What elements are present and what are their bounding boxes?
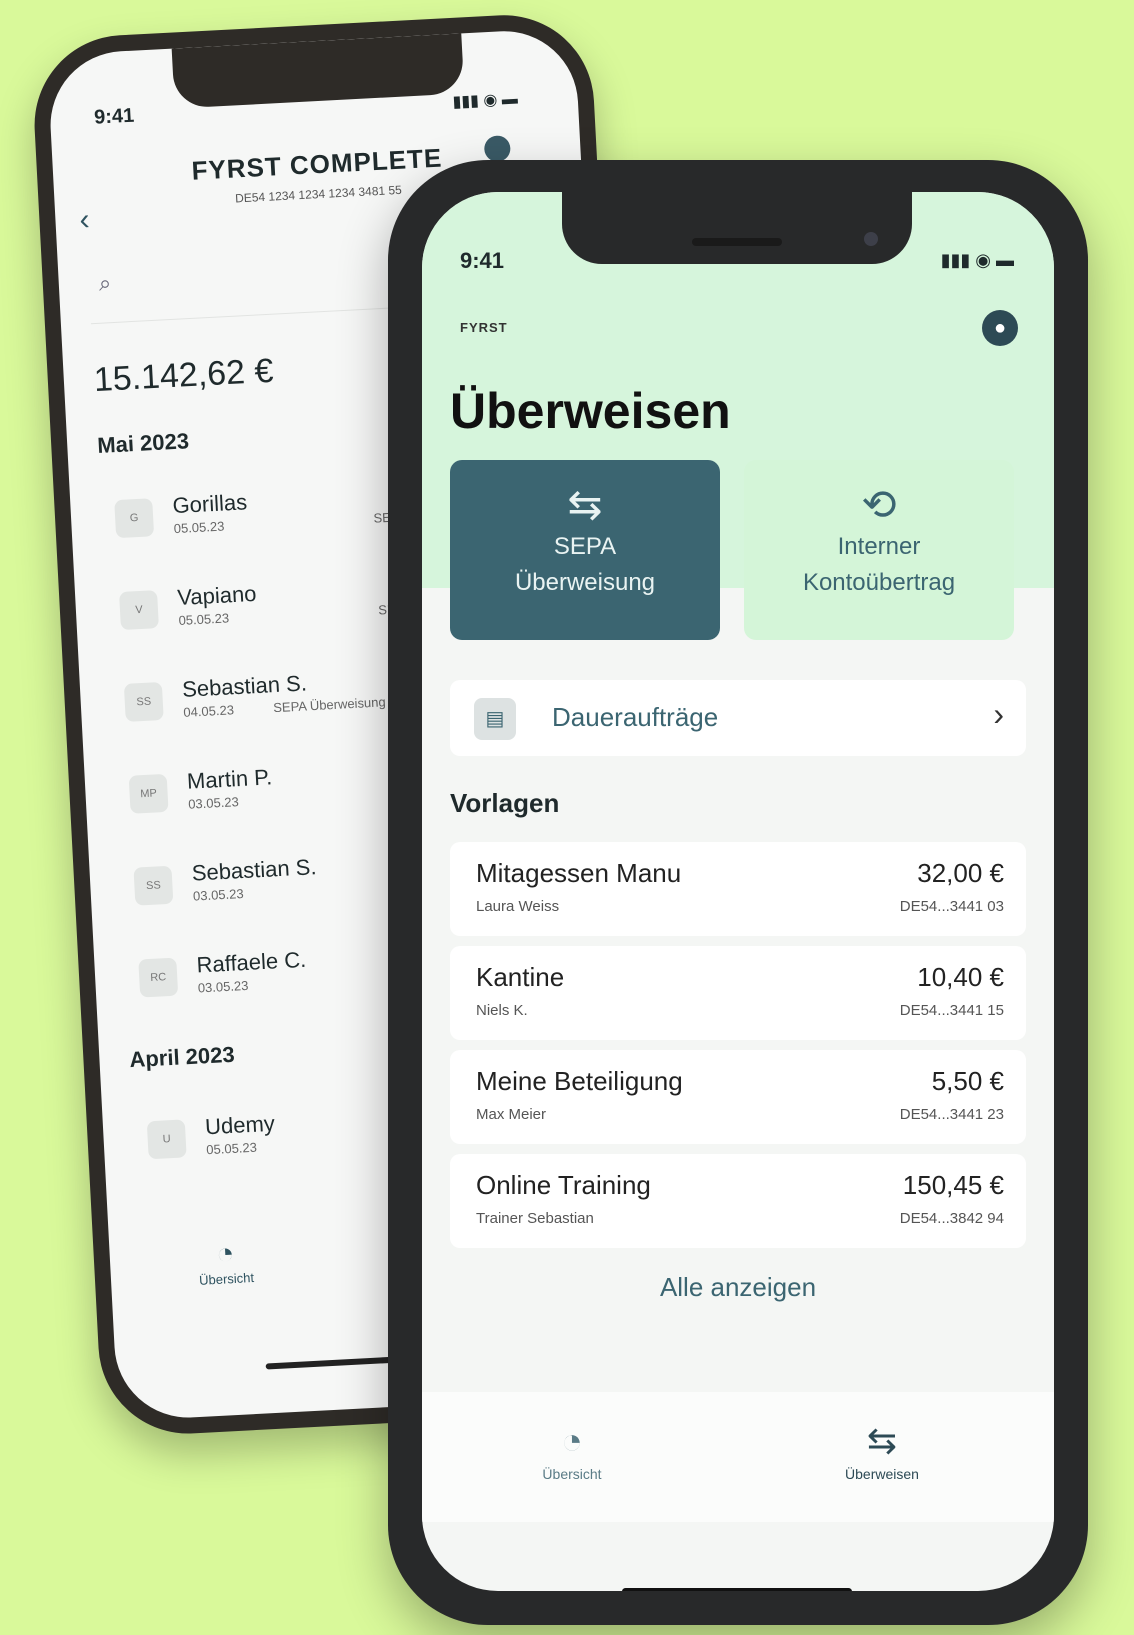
template-amount: 150,45 € bbox=[902, 1170, 1004, 1200]
front-phone-screen: 9:41 ▮▮▮ ◉ ▬ FYRST ● Überweisen ⇆ SEPA Ü… bbox=[422, 192, 1054, 1591]
template-row[interactable]: Kantine Niels K. 10,40 € DE54...3441 15 bbox=[450, 946, 1026, 1040]
template-iban: DE54...3441 15 bbox=[899, 1002, 1004, 1019]
transaction-name: Martin P. bbox=[186, 764, 273, 794]
front-phone-notch bbox=[562, 192, 912, 264]
tile-label-line1: SEPA bbox=[553, 533, 617, 560]
template-iban: DE54...3842 94 bbox=[899, 1210, 1004, 1227]
tab-label: Übersicht bbox=[542, 1466, 602, 1482]
tile-label-line1: Interner bbox=[837, 533, 921, 560]
merchant-icon: SS bbox=[123, 681, 164, 722]
transaction-date: 05.05.23 bbox=[178, 610, 230, 629]
transaction-date: 05.05.23 bbox=[173, 518, 225, 537]
template-recipient: Max Meier bbox=[476, 1106, 547, 1123]
transaction-name: Vapiano bbox=[176, 580, 258, 611]
tab-overview[interactable]: ◔ Übersicht bbox=[197, 1236, 255, 1288]
merchant-icon: MP bbox=[128, 773, 169, 814]
brand-logo: FYRST bbox=[460, 320, 508, 335]
speaker bbox=[692, 238, 782, 246]
search-icon[interactable]: ⌕ bbox=[98, 270, 112, 297]
transaction-date: 05.05.23 bbox=[205, 1139, 258, 1158]
templates-heading: Vorlagen bbox=[450, 788, 560, 818]
page-title: Überweisen bbox=[450, 383, 731, 439]
transaction-date: 03.05.23 bbox=[187, 794, 240, 812]
template-recipient: Laura Weiss bbox=[476, 898, 560, 915]
status-time: 9:41 bbox=[460, 248, 505, 273]
tab-bar: ◔ Übersicht ⇆ Überweisen bbox=[422, 1392, 1054, 1522]
transaction-name: Gorillas bbox=[171, 489, 248, 519]
home-indicator bbox=[622, 1588, 852, 1591]
merchant-icon: RC bbox=[138, 957, 179, 998]
transaction-name: Sebastian S. bbox=[181, 670, 308, 702]
template-row[interactable]: Online Training Trainer Sebastian 150,45… bbox=[450, 1154, 1026, 1248]
tab-label: Übersicht bbox=[198, 1269, 255, 1288]
tile-label-line2: Kontoübertrag bbox=[802, 569, 956, 596]
overview-icon: ◔ bbox=[215, 1236, 236, 1271]
front-phone: 9:41 ▮▮▮ ◉ ▬ FYRST ● Überweisen ⇆ SEPA Ü… bbox=[388, 160, 1088, 1625]
tab-overview[interactable]: ◔ Übersicht bbox=[492, 1420, 652, 1482]
template-name: Meine Beteiligung bbox=[476, 1066, 683, 1096]
camera bbox=[864, 232, 878, 246]
standing-orders-label: Daueraufträge bbox=[552, 702, 719, 732]
transfer-arrows-icon: ⇆ bbox=[567, 481, 603, 528]
transaction-date: 03.05.23 bbox=[192, 886, 244, 904]
merchant-icon: G bbox=[114, 498, 155, 539]
transaction-name: Sebastian S. bbox=[191, 854, 318, 886]
status-icons: ▮▮▮ ◉ ▬ bbox=[452, 90, 519, 111]
template-name: Online Training bbox=[476, 1170, 651, 1200]
template-amount: 10,40 € bbox=[917, 962, 1004, 992]
template-name: Kantine bbox=[476, 962, 565, 992]
template-row[interactable]: Meine Beteiligung Max Meier 5,50 € DE54.… bbox=[450, 1050, 1026, 1144]
standing-orders-item[interactable]: ▤ Daueraufträge › bbox=[450, 680, 1026, 756]
template-row[interactable]: Mitagessen Manu Laura Weiss 32,00 € DE54… bbox=[450, 842, 1026, 936]
internal-transfer-button[interactable]: ⟲ Interner Kontoübertrag bbox=[744, 460, 1014, 640]
calendar-icon: ▤ bbox=[474, 698, 516, 740]
template-amount: 32,00 € bbox=[917, 858, 1004, 888]
templates-list: Mitagessen Manu Laura Weiss 32,00 € DE54… bbox=[450, 842, 1026, 1258]
tile-label-line2: Überweisung bbox=[514, 569, 656, 596]
tab-transfer[interactable]: ⇆ Überweisen bbox=[802, 1420, 962, 1482]
template-recipient: Trainer Sebastian bbox=[476, 1210, 594, 1227]
template-iban: DE54...3441 23 bbox=[899, 1106, 1004, 1123]
template-name: Mitagessen Manu bbox=[476, 858, 682, 888]
status-icons: ▮▮▮ ◉ ▬ bbox=[940, 250, 1014, 270]
transaction-date: 04.05.23 bbox=[183, 702, 235, 720]
profile-icon[interactable]: ● bbox=[982, 310, 1018, 346]
transaction-name: Raffaele C. bbox=[195, 946, 307, 978]
template-iban: DE54...3441 03 bbox=[899, 898, 1004, 915]
tab-label: Überweisen bbox=[845, 1466, 919, 1482]
account-balance: 15.142,62 € bbox=[92, 351, 275, 400]
template-amount: 5,50 € bbox=[931, 1066, 1004, 1096]
status-time: 9:41 bbox=[93, 104, 135, 129]
merchant-icon: SS bbox=[133, 865, 174, 906]
transaction-name: Udemy bbox=[204, 1110, 276, 1140]
back-phone-notch bbox=[171, 33, 465, 109]
template-recipient: Niels K. bbox=[476, 1002, 528, 1019]
overview-icon: ◔ bbox=[561, 1420, 583, 1461]
merchant-icon: V bbox=[119, 590, 159, 631]
repeat-icon: ⟲ bbox=[861, 481, 897, 528]
transaction-date: 03.05.23 bbox=[197, 977, 249, 996]
month-header: Mai 2023 bbox=[96, 428, 190, 459]
sepa-transfer-button[interactable]: ⇆ SEPA Überweisung bbox=[450, 460, 720, 640]
show-all-link[interactable]: Alle anzeigen bbox=[422, 1272, 1054, 1303]
merchant-icon: U bbox=[146, 1119, 187, 1160]
transfer-icon: ⇆ bbox=[866, 1420, 898, 1461]
chevron-right-icon: › bbox=[993, 696, 1004, 732]
